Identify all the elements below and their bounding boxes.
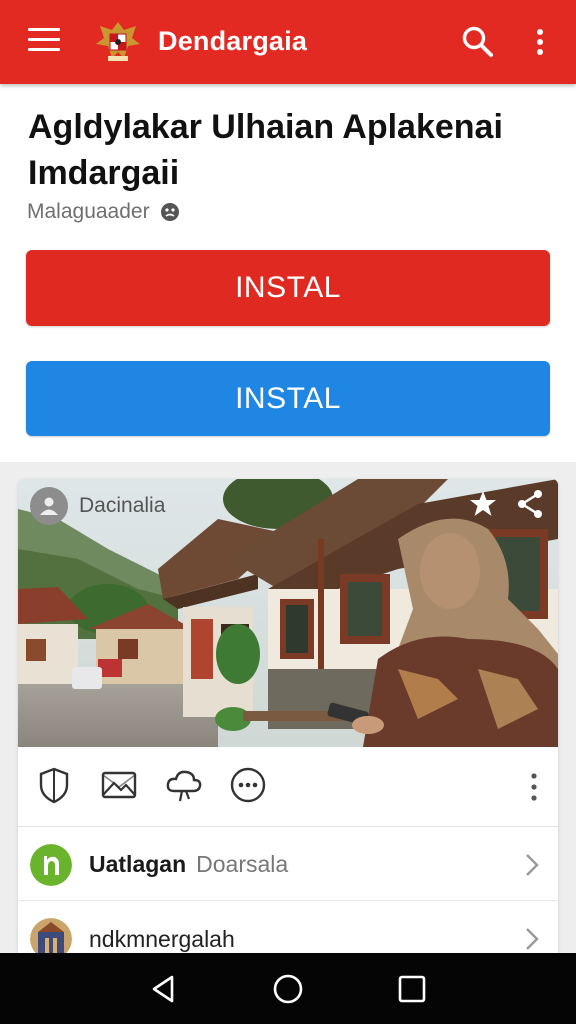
post-author[interactable]: Dacinalia <box>30 487 165 525</box>
author-avatar <box>30 487 68 525</box>
app-bar-title: Dendargaia <box>158 26 308 56</box>
share-icon[interactable] <box>516 489 544 519</box>
recents-icon[interactable] <box>394 971 430 1007</box>
app-title: Agldylakar Ulhaian Aplakenai Imdargaii <box>28 108 503 192</box>
home-icon[interactable] <box>270 971 306 1007</box>
post-photo[interactable]: Dacinalia <box>18 479 558 747</box>
chat-dots-icon[interactable] <box>228 765 268 805</box>
image-mail-icon[interactable] <box>99 765 139 805</box>
cloud-share-icon[interactable] <box>164 765 204 805</box>
list-item[interactable]: Uatlagan Doarsala <box>18 829 558 901</box>
star-icon[interactable] <box>468 489 498 519</box>
overflow-icon[interactable] <box>526 769 542 805</box>
post-actions-bar <box>18 747 558 827</box>
more-vert-icon[interactable] <box>528 26 552 58</box>
list-item-subtitle: Doarsala <box>196 851 289 877</box>
list-item-title: Uatlagan <box>89 851 187 877</box>
list-item-title: ndkmnergalah <box>89 925 235 952</box>
app-bar: Dendargaia <box>0 0 576 84</box>
system-nav-bar <box>0 953 576 1024</box>
post-card: Dacinalia Uatlagan Doarsala ndkmnergalah <box>18 479 558 979</box>
menu-icon[interactable] <box>28 28 60 56</box>
emblem-logo <box>96 22 140 61</box>
chevron-right-icon <box>526 853 539 876</box>
person-icon <box>40 497 58 515</box>
search-icon[interactable] <box>460 24 496 60</box>
developer-row[interactable]: Malaguaader <box>27 200 180 224</box>
install-button-primary[interactable]: INSTAL <box>26 250 550 326</box>
back-icon[interactable] <box>146 971 182 1007</box>
shield-icon[interactable] <box>34 765 74 805</box>
developer-badge-icon <box>160 203 179 221</box>
chevron-right-icon <box>526 928 539 950</box>
author-name: Dacinalia <box>79 494 166 517</box>
install-button-secondary[interactable]: INSTAL <box>26 361 550 436</box>
avatar-green-icon <box>30 843 72 886</box>
developer-name: Malaguaader <box>27 200 150 223</box>
